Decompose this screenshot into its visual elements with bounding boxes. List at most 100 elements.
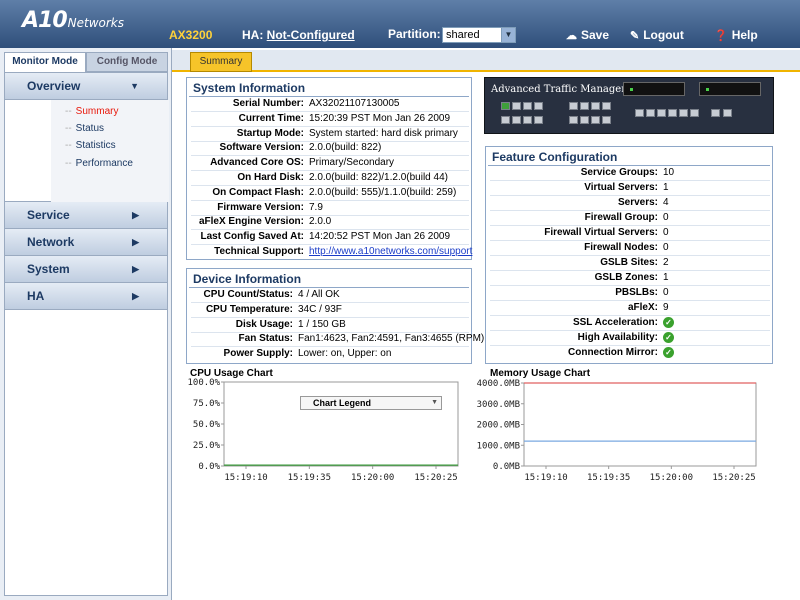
cpu-usage-chart: 100.0% 75.0% 50.0% 25.0% 0.0% 15:19:10 15:19:3… xyxy=(187,378,459,483)
chart-legend-select[interactable]: Chart Legend ▼ xyxy=(300,396,442,410)
plot-area xyxy=(223,381,459,467)
left-navigation: Monitor Mode Config Mode Overview ▼ -- Su… xyxy=(0,48,172,600)
y-tick-label: 25.0% xyxy=(193,441,221,451)
row-value: 14:20:52 PST Mon Jan 26 2009 xyxy=(309,231,451,243)
nav-item-status[interactable]: -- Status xyxy=(65,123,104,134)
nav-item-statistics[interactable]: -- Statistics xyxy=(65,140,116,151)
panel-title: Device Information xyxy=(189,269,469,288)
info-row: Servers: 4 xyxy=(486,195,772,210)
chevron-down-icon[interactable]: ▼ xyxy=(501,28,515,42)
x-tick-label: 15:19:10 xyxy=(224,473,267,483)
port-led xyxy=(523,102,532,110)
app-header: A10Networks AX3200 HA: Not-Configured Pa… xyxy=(0,0,800,48)
row-label: Firewall Virtual Servers: xyxy=(544,227,658,238)
port-led xyxy=(591,116,600,124)
info-row: Power Supply: Lower: on, Upper: on xyxy=(187,346,471,361)
check-icon: ✓ xyxy=(663,345,674,360)
row-value: System started: hard disk primary xyxy=(309,127,458,139)
port-led xyxy=(534,116,543,124)
port-led xyxy=(711,109,720,117)
logo-subtext: Networks xyxy=(67,16,125,30)
memory-usage-chart: 4000.0MB 3000.0MB 2000.0MB 1000.0MB 0.0MB 15:… xyxy=(477,379,757,483)
info-row: SSL Acceleration: ✓ xyxy=(486,315,772,330)
row-value: 9 xyxy=(663,302,669,313)
row-value: 2.0.0(build: 822)/1.2.0(build 44) xyxy=(309,172,448,183)
row-label: Connection Mirror: xyxy=(568,347,658,358)
info-row: Firewall Group: 0 xyxy=(486,210,772,225)
help-label: Help xyxy=(731,28,758,42)
row-value: 1 / 150 GB xyxy=(298,318,346,330)
row-value: 0 xyxy=(663,212,669,223)
device-front-panel: Advanced Traffic Manager xyxy=(484,77,774,134)
info-row: CPU Count/Status: 4 / All OK xyxy=(187,287,471,302)
x-tick-label: 15:20:25 xyxy=(414,473,457,483)
partition-select[interactable]: shared ▼ xyxy=(442,27,516,43)
row-label: Disk Usage: xyxy=(235,318,293,330)
ha-label: HA: xyxy=(242,28,264,42)
info-row: Fan Status: Fan1:4623, Fan2:4591, Fan3:46… xyxy=(187,331,485,346)
plot-area xyxy=(523,382,757,467)
nav-section-system[interactable]: System ▶ xyxy=(5,256,167,283)
port-led xyxy=(668,109,677,117)
port-led xyxy=(690,109,699,117)
triangle-right-icon: ▶ xyxy=(132,291,139,301)
info-row: On Compact Flash: 2.0.0(build: 555)/1.1.0… xyxy=(187,185,471,200)
logout-button[interactable]: ✎ Logout xyxy=(630,28,684,42)
info-row: Technical Support: http://www.a10networks… xyxy=(187,244,472,259)
info-row: aFleX: 9 xyxy=(486,300,772,315)
row-label: Firmware Version: xyxy=(217,201,304,213)
port-led xyxy=(602,102,611,110)
tab-summary[interactable]: Summary xyxy=(190,52,252,72)
port-led xyxy=(569,102,578,110)
info-row: Software Version: 2.0.0(build: 822) xyxy=(187,140,471,155)
port-led xyxy=(679,109,688,117)
row-value: 34C / 93F xyxy=(298,303,342,315)
nav-item-summary[interactable]: -- Summary xyxy=(65,106,118,117)
ha-status: HA: Not-Configured xyxy=(242,28,355,42)
chevron-down-icon[interactable]: ▼ xyxy=(431,397,438,409)
row-value: 0 xyxy=(663,242,669,253)
info-row: Firmware Version: 7.9 xyxy=(187,200,471,215)
nav-section-ha[interactable]: HA ▶ xyxy=(5,283,167,310)
triangle-right-icon: ▶ xyxy=(132,237,139,247)
row-label: Last Config Saved At: xyxy=(200,231,304,243)
tab-monitor-mode[interactable]: Monitor Mode xyxy=(4,52,86,72)
info-row: GSLB Zones: 1 xyxy=(486,270,772,285)
tab-config-mode[interactable]: Config Mode xyxy=(86,52,168,72)
ha-config-link[interactable]: Not-Configured xyxy=(267,28,355,42)
nav-panel: Overview ▼ -- Summary -- Status -- Statisti… xyxy=(4,72,169,596)
y-tick-label: 50.0% xyxy=(193,420,221,430)
info-row: On Hard Disk: 2.0.0(build: 822)/1.2.0(bui… xyxy=(187,170,471,185)
triangle-down-icon: ▼ xyxy=(130,81,139,91)
row-value: 2.0.0(build: 822) xyxy=(309,142,382,154)
port-led xyxy=(646,109,655,117)
port-led xyxy=(512,102,521,110)
info-row: aFleX Engine Version: 2.0.0 xyxy=(187,214,471,229)
row-label: aFleX: xyxy=(627,302,658,313)
info-row: GSLB Sites: 2 xyxy=(486,255,772,270)
port-led xyxy=(580,116,589,124)
row-value: 4 xyxy=(663,197,669,208)
logo-text: A10 xyxy=(22,8,68,33)
nav-section-service[interactable]: Service ▶ xyxy=(5,202,167,229)
y-tick-label: 75.0% xyxy=(193,399,221,409)
row-label: SSL Acceleration: xyxy=(572,317,658,328)
row-value: Primary/Secondary xyxy=(309,157,395,169)
nav-section-overview[interactable]: Overview ▼ xyxy=(5,73,167,100)
row-label: Advanced Core OS: xyxy=(210,157,304,169)
nav-section-network[interactable]: Network ▶ xyxy=(5,229,167,256)
save-button[interactable]: ☁ Save xyxy=(566,28,609,42)
port-led xyxy=(512,116,521,124)
nav-item-performance[interactable]: -- Performance xyxy=(65,158,133,169)
y-tick-label: 0.0MB xyxy=(493,462,520,472)
row-label: GSLB Sites: xyxy=(600,257,658,268)
help-button[interactable]: ❓ Help xyxy=(714,28,758,42)
port-led xyxy=(534,102,543,110)
panel-title: Feature Configuration xyxy=(488,147,770,166)
main-tab-bar: Summary xyxy=(172,50,800,72)
overview-submenu: -- Summary -- Status -- Statistics -- Perfor… xyxy=(5,100,169,202)
nav-section-label: Overview xyxy=(27,79,81,93)
support-link[interactable]: http://www.a10networks.com/support xyxy=(309,244,472,259)
row-value: 0 xyxy=(663,227,669,238)
port-led xyxy=(523,116,532,124)
